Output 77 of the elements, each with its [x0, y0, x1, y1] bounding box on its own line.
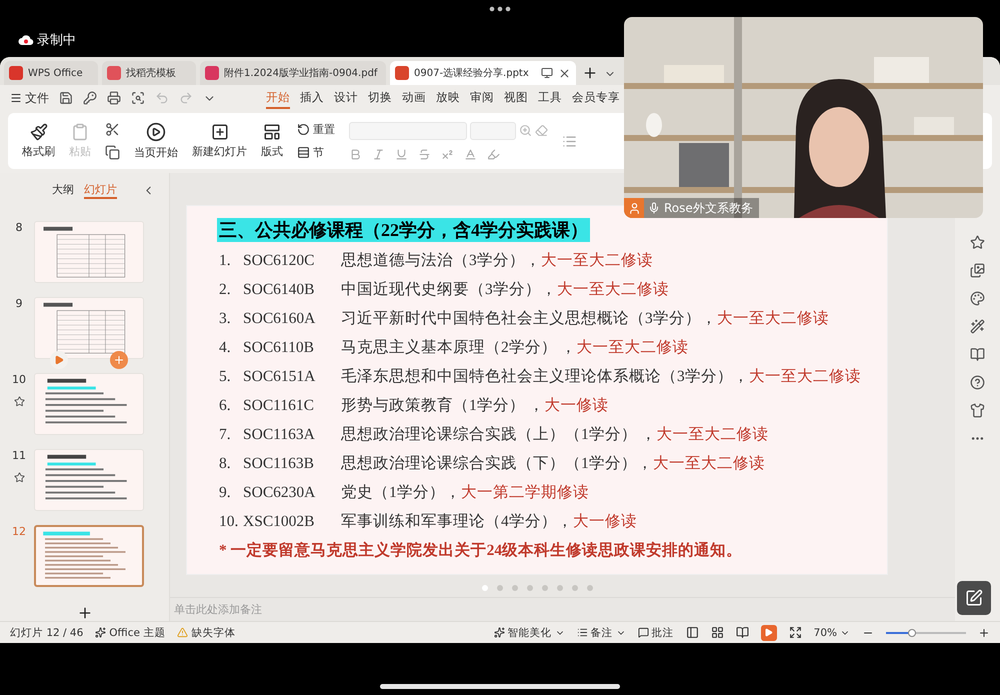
slide-title: 三、公共必修课程（22学分，含4学分实践课）	[217, 218, 590, 242]
item-number: 9.	[219, 483, 232, 503]
course-code: SOC6110B	[242, 338, 315, 358]
course-note: 大一修读	[544, 396, 609, 416]
comments-button[interactable]: 批注	[638, 626, 674, 640]
ribbon-tab[interactable]: 动画	[402, 88, 426, 108]
ribbon-tab[interactable]: 审阅	[470, 88, 494, 108]
course-code: SOC1163B	[242, 454, 315, 474]
item-number: 8.	[219, 454, 232, 474]
ribbon-tab[interactable]: 切换	[368, 88, 392, 108]
course-name: 习近平新时代中国特色社会主义思想概论（3学分），	[341, 308, 717, 329]
new-slide-button[interactable]: 新建幻灯片	[192, 123, 247, 159]
beautify-button[interactable]: 智能美化	[494, 626, 565, 640]
course-note: 大一至大二修读	[556, 280, 669, 300]
item-number: 5.	[219, 367, 232, 387]
theme-button[interactable]: Office 主题	[95, 626, 166, 640]
slide-number: 9	[16, 297, 22, 310]
course-name: 马克思主义基本原理（2学分） ，	[341, 338, 577, 358]
course-code: SOC6160A	[242, 309, 316, 329]
course-name: 思想政治理论课综合实践（上）（1学分） ，	[341, 425, 657, 445]
item-number: 1.	[219, 251, 232, 271]
slide-count: 幻灯片 12 / 46	[10, 626, 84, 640]
item-number: 4.	[219, 338, 232, 358]
item-number: 2.	[219, 280, 232, 300]
ribbon-tab[interactable]: 会员专享	[572, 88, 620, 108]
file-menu[interactable]: 文件	[10, 90, 49, 106]
item-number: 7.	[219, 425, 232, 445]
ribbon-tab[interactable]: 视图	[504, 88, 528, 108]
ribbon-tab[interactable]: 插入	[300, 88, 324, 108]
document-tab[interactable]: 找稻壳模板	[102, 61, 196, 85]
course-code: SOC6140B	[242, 280, 316, 300]
course-name: 中国近现代史纲要（3学分），	[341, 280, 557, 300]
play-current-button[interactable]: 当页开始	[134, 122, 178, 160]
course-name: 思想道德与法治（3学分），	[341, 251, 541, 271]
course-note: 大一至大二修读	[576, 338, 689, 358]
course-code: SOC6151A	[242, 367, 316, 387]
ribbon-tab[interactable]: 设计	[334, 88, 358, 108]
course-note: 大一至大二修读	[748, 367, 861, 387]
zoom-select[interactable]: 70%	[814, 626, 850, 638]
format-painter-button[interactable]: 格式刷	[22, 123, 55, 159]
document-tab[interactable]: 附件1.2024版学业指南-0904.pdf	[200, 61, 386, 85]
document-tab[interactable]: 0907-选课经验分享.pptx	[390, 61, 576, 85]
course-note: 大一至大二修读	[540, 251, 653, 271]
section-button[interactable]: 节	[297, 145, 335, 160]
course-note: 大一至大二修读	[652, 454, 765, 474]
missing-fonts-button[interactable]: 缺失字体	[177, 626, 236, 640]
recording-status: 录制中	[37, 32, 76, 49]
participant-name: Rose外文系教务	[664, 200, 753, 216]
course-note: 大一第二学期修读	[460, 483, 589, 503]
reset-button[interactable]: 重置	[297, 122, 335, 137]
ribbon-tab[interactable]: 放映	[436, 88, 460, 108]
course-note: 大一至大二修读	[656, 425, 769, 445]
document-tab[interactable]: WPS Office	[4, 61, 98, 85]
footnote: * 一定要留意马克思主义学院发出关于24级本科生修读思政课安排的通知。	[219, 540, 744, 561]
item-number: 3.	[219, 309, 232, 329]
ribbon-tab[interactable]: 工具	[538, 88, 562, 108]
panel-tab[interactable]: 大纲	[52, 182, 74, 198]
course-name: 思想政治理论课综合实践（下）（1学分），	[341, 454, 653, 474]
slide-number: 8	[16, 221, 22, 234]
course-code: SOC6120C	[242, 251, 316, 271]
course-note: 大一至大二修读	[716, 309, 829, 329]
course-name: 形势与政策教育（1学分） ，	[341, 396, 545, 416]
course-code: SOC1161C	[242, 396, 315, 416]
slide-number: 10	[12, 373, 26, 386]
course-code: SOC6230A	[242, 483, 316, 503]
item-number: 6.	[219, 396, 232, 416]
notes-button[interactable]: 备注	[576, 626, 626, 640]
course-code: SOC1163A	[242, 425, 316, 445]
course-name: 毛泽东思想和中国特色社会主义理论体系概论（3学分），	[341, 366, 749, 387]
slide-number: 12	[12, 525, 26, 538]
course-code: XSC1002B	[242, 512, 316, 532]
course-note: 大一修读	[572, 512, 637, 532]
item-number: 10.	[219, 512, 240, 532]
slide-number: 11	[12, 449, 26, 462]
layout-button[interactable]: 版式	[261, 123, 283, 159]
course-name: 军事训练和军事理论（4学分），	[341, 512, 573, 532]
course-name: 党史（1学分），	[341, 483, 461, 503]
